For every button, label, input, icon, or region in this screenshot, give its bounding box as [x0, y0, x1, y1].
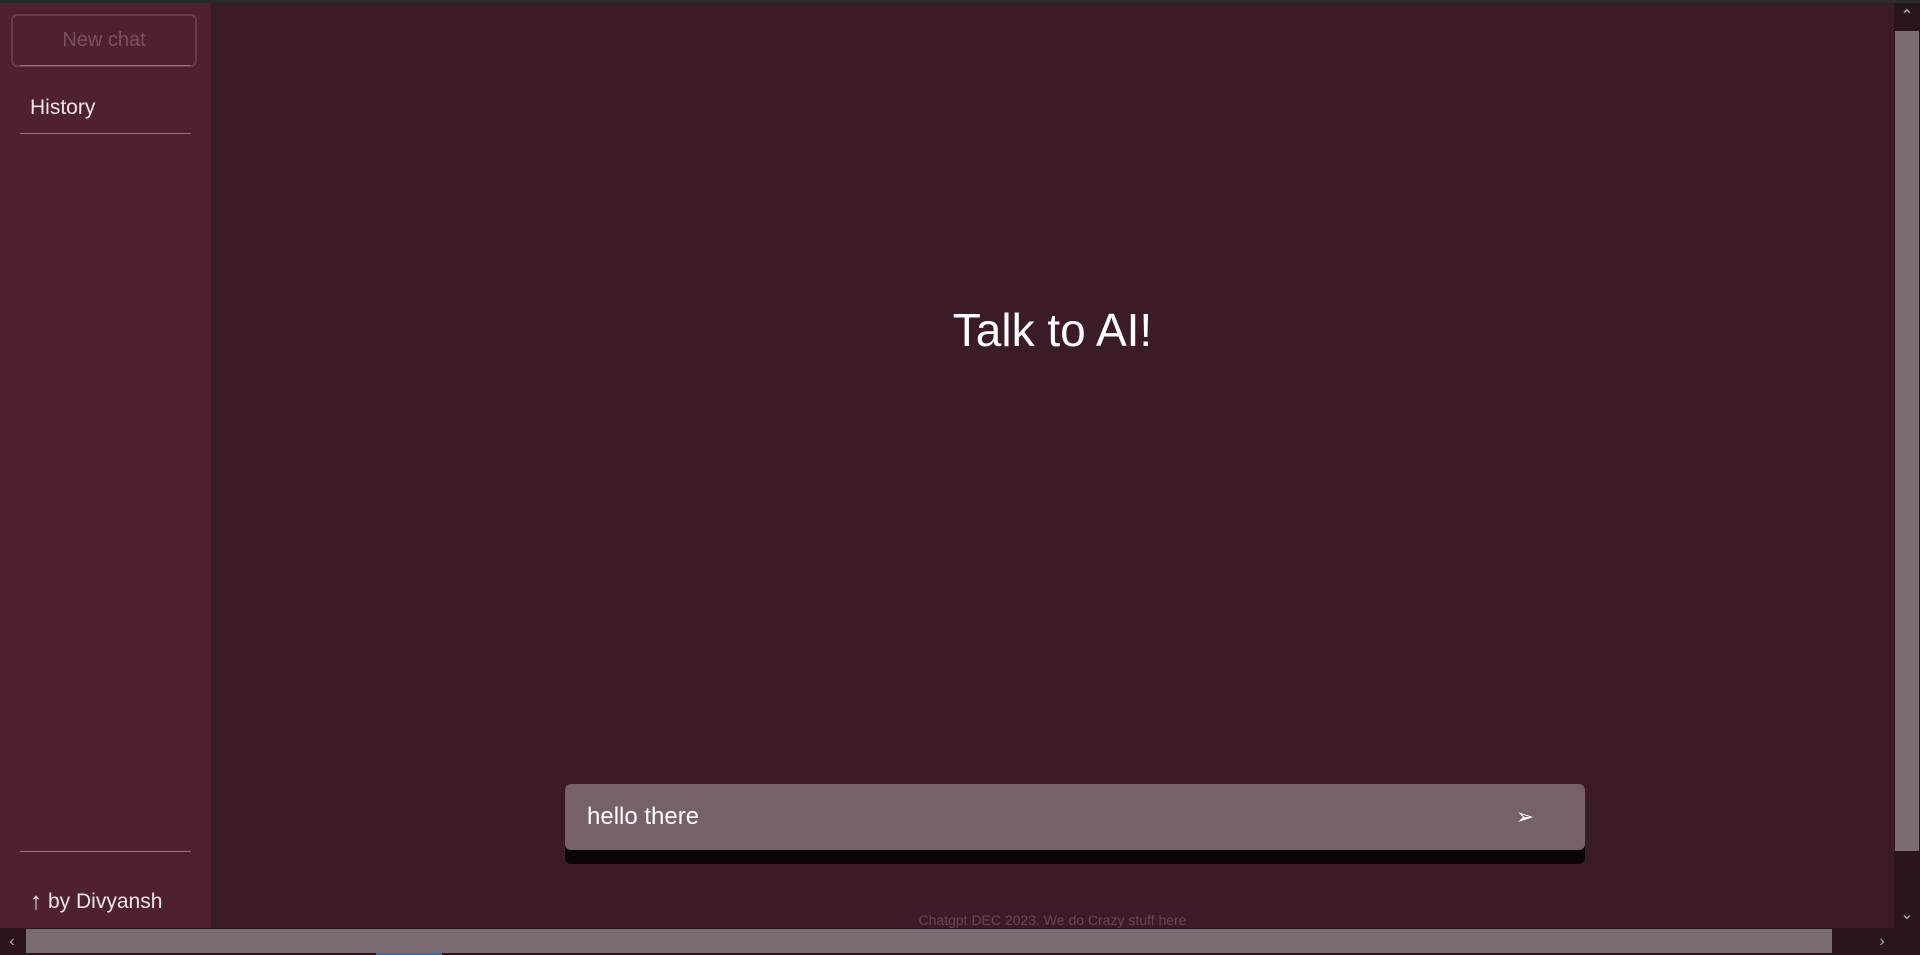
page-title: Talk to AI!: [952, 304, 1153, 356]
author-label: by Divyansh: [48, 890, 163, 913]
chat-input[interactable]: [587, 803, 1505, 831]
scroll-up-arrow-icon[interactable]: ⌃: [1894, 5, 1920, 27]
sidebar-divider-bottom: [20, 851, 191, 852]
app-window: New chat History ↑ by Divyansh Talk to A…: [0, 0, 1920, 955]
send-icon: ➢: [1515, 804, 1535, 829]
send-button[interactable]: ➢: [1505, 797, 1545, 837]
vertical-scroll-thumb[interactable]: [1895, 31, 1919, 851]
footer-note: Chatgpt DEC 2023. We do Crazy stuff here: [918, 912, 1187, 928]
sidebar-divider-top: [20, 65, 191, 66]
sidebar-divider-history: [20, 133, 191, 134]
new-chat-button[interactable]: New chat: [11, 14, 197, 67]
author-credit[interactable]: ↑ by Divyansh: [30, 890, 162, 914]
chat-composer: ➢: [565, 784, 1585, 850]
sidebar-item-history[interactable]: History: [30, 96, 95, 120]
horizontal-scrollbar[interactable]: ‹ ›: [0, 928, 1920, 955]
scroll-down-arrow-icon[interactable]: ⌄: [1894, 903, 1920, 925]
sidebar: New chat History ↑ by Divyansh: [0, 3, 211, 928]
arrow-up-icon: ↑: [30, 888, 42, 915]
scroll-left-arrow-icon[interactable]: ‹: [0, 928, 24, 955]
scroll-right-arrow-icon[interactable]: ›: [1870, 928, 1894, 955]
main-content: Talk to AI! ➢ Chatgpt DEC 2023. We do Cr…: [211, 3, 1894, 928]
vertical-scrollbar[interactable]: ⌃ ⌄: [1894, 3, 1920, 928]
horizontal-scroll-thumb[interactable]: [26, 929, 1832, 953]
